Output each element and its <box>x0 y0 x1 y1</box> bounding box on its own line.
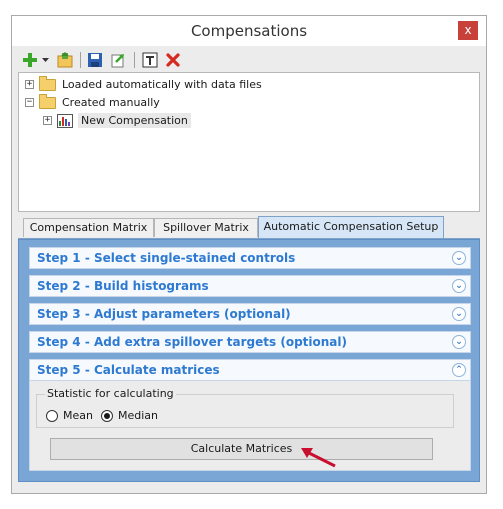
expand-chevron-icon[interactable]: ⌄ <box>452 279 466 293</box>
tree-node-loaded[interactable]: + Loaded automatically with data files <box>25 75 262 93</box>
tree-node-new-compensation[interactable]: + New Compensation <box>43 112 191 129</box>
toolbar-separator <box>134 52 135 68</box>
tab-automatic-compensation-setup[interactable]: Automatic Compensation Setup <box>258 216 444 238</box>
expand-icon[interactable]: + <box>25 80 34 89</box>
step-title: Step 1 - Select single-stained controls <box>37 251 296 265</box>
collapse-chevron-icon[interactable]: ⌃ <box>452 363 466 377</box>
radio-median[interactable]: Median <box>101 409 158 422</box>
radio-button[interactable] <box>46 409 58 422</box>
text-tool-icon[interactable] <box>140 49 160 71</box>
tab-strip: Compensation Matrix Spillover Matrix Aut… <box>18 216 480 239</box>
tree-node-label: New Compensation <box>78 113 191 128</box>
expand-chevron-icon[interactable]: ⌄ <box>452 335 466 349</box>
toolbar <box>18 49 480 71</box>
radio-label: Mean <box>63 409 93 422</box>
toolbar-separator <box>80 52 81 68</box>
calculate-matrices-button[interactable]: Calculate Matrices <box>50 438 433 460</box>
open-folder-icon[interactable] <box>55 49 75 71</box>
step-2-header[interactable]: Step 2 - Build histograms ⌄ <box>29 275 471 297</box>
folder-icon <box>39 93 56 109</box>
dropdown-arrow-icon[interactable] <box>40 49 50 71</box>
export-icon[interactable] <box>108 49 128 71</box>
window-title: Compensations <box>190 22 308 40</box>
tree-node-label: Created manually <box>62 96 160 109</box>
save-icon[interactable] <box>85 49 105 71</box>
compensation-icon <box>57 113 73 128</box>
step-title: Step 4 - Add extra spillover targets (op… <box>37 335 347 349</box>
pointer-arrow-icon <box>301 448 336 468</box>
radio-label: Median <box>118 409 159 422</box>
tree-node-label: Loaded automatically with data files <box>62 78 262 91</box>
step-title: Step 5 - Calculate matrices <box>37 363 220 377</box>
radio-button-selected[interactable] <box>101 409 113 422</box>
radio-mean[interactable]: Mean <box>46 409 93 422</box>
statistic-group-label: Statistic for calculating <box>45 387 176 400</box>
tree-node-created-manually[interactable]: − Created manually <box>25 93 160 111</box>
title-bar: Compensations x <box>12 16 486 46</box>
expand-icon[interactable]: + <box>43 116 52 125</box>
compensations-window: Compensations x + Loaded automatically w… <box>11 15 487 494</box>
step-1-header[interactable]: Step 1 - Select single-stained controls … <box>29 247 471 269</box>
step-title: Step 3 - Adjust parameters (optional) <box>37 307 291 321</box>
tab-spillover-matrix[interactable]: Spillover Matrix <box>154 218 258 237</box>
delete-icon[interactable] <box>163 49 183 71</box>
expand-chevron-icon[interactable]: ⌄ <box>452 307 466 321</box>
compensation-tree: + Loaded automatically with data files −… <box>18 72 480 212</box>
expand-chevron-icon[interactable]: ⌄ <box>452 251 466 265</box>
step-5-header[interactable]: Step 5 - Calculate matrices ⌃ <box>29 359 471 381</box>
folder-icon <box>39 75 56 91</box>
add-icon[interactable] <box>20 49 40 71</box>
step-4-header[interactable]: Step 4 - Add extra spillover targets (op… <box>29 331 471 353</box>
close-button[interactable]: x <box>458 21 478 40</box>
automatic-setup-panel: Step 1 - Select single-stained controls … <box>18 239 480 482</box>
step-5-body: Statistic for calculating Mean Median Ca… <box>29 381 471 471</box>
step-3-header[interactable]: Step 3 - Adjust parameters (optional) ⌄ <box>29 303 471 325</box>
step-title: Step 2 - Build histograms <box>37 279 209 293</box>
tab-compensation-matrix[interactable]: Compensation Matrix <box>23 218 154 237</box>
collapse-icon[interactable]: − <box>25 98 34 107</box>
statistic-group: Statistic for calculating Mean Median <box>36 387 454 428</box>
